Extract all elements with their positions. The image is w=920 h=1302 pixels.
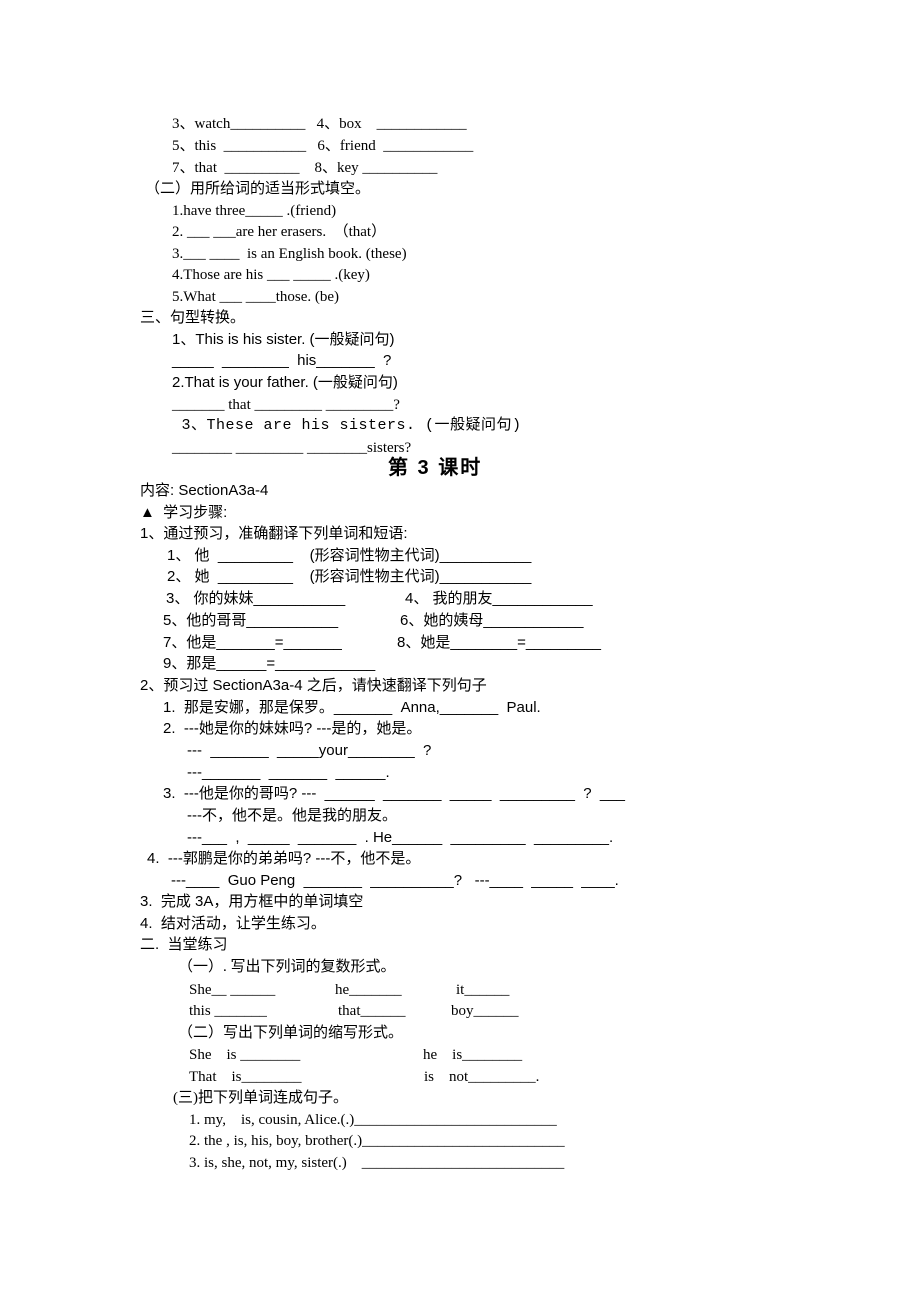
step2-line: ---____ Guo Peng _______ __________? ---… — [171, 872, 619, 889]
plural-heading: （一）. 写出下列词的复数形式。 — [178, 959, 396, 975]
transform-prompt: 1、This is his sister. (一般疑问句) — [172, 331, 395, 348]
step1-item: 6、她的姨母____________ — [400, 612, 584, 629]
step2-line: ---不，他不是。他是我的朋友。 — [187, 807, 397, 824]
contraction-item: he is________ — [423, 1047, 523, 1063]
step1-item: 1、 他 _________ (形容词性物主代词)___________ — [167, 547, 532, 564]
transform-answer: ________ _________ ________sisters? — [172, 440, 412, 456]
lesson-title: 第 3 课时 — [388, 457, 483, 479]
fill-item: 2. ___ ___are her erasers. （that） — [172, 224, 387, 240]
step2-line: ---_______ _______ ______. — [187, 764, 390, 781]
sentence-item: 1. my, is, cousin, Alice.(.)____________… — [189, 1112, 557, 1128]
step3: 3. 完成 3A，用方框中的单词填空 — [140, 893, 364, 910]
transform-prompt: 2.That is your father. (一般疑问句) — [172, 374, 398, 391]
step1-item: 3、 你的妹妹___________ — [166, 590, 346, 607]
contraction-item: She is ________ — [189, 1047, 301, 1063]
steps-heading: ▲ 学习步骤: — [140, 504, 228, 521]
fill-item: 1.have three_____ .(friend) — [172, 203, 337, 219]
fill-item: 5.What ___ ____those. (be) — [172, 289, 340, 305]
step1-item: 2、 她 _________ (形容词性物主代词)___________ — [167, 568, 532, 585]
vocab-row: 5、this ___________ 6、friend ____________ — [172, 138, 474, 154]
transform-answer: _______ that _________ _________? — [172, 397, 400, 413]
plural-item: She__ ______ — [189, 982, 276, 998]
step1-item: 5、他的哥哥___________ — [163, 612, 339, 629]
step1-item: 7、他是_______=_______ — [163, 634, 342, 651]
step1-item: 8、她是________=_________ — [397, 634, 601, 651]
step2-line: 2. ---她是你的妹妹吗? ---是的，她是。 — [163, 720, 422, 737]
plural-item: boy______ — [451, 1003, 519, 1019]
transform-answer: _____ ________ his_______ ? — [172, 352, 392, 369]
sentence-heading: (三)把下列单词连成句子。 — [173, 1090, 348, 1106]
step2-line: 4. ---郭鹏是你的弟弟吗? ---不，他不是。 — [147, 850, 421, 867]
plural-item: it______ — [456, 982, 510, 998]
step1-item: 9、那是______=____________ — [163, 655, 376, 672]
sentence-item: 3. is, she, not, my, sister(.) _________… — [189, 1155, 565, 1171]
step1-item: 4、 我的朋友____________ — [405, 590, 593, 607]
transform-prompt: 3、These are his sisters. (一般疑问句) — [172, 417, 522, 434]
plural-item: that______ — [338, 1003, 406, 1019]
plural-item: this _______ — [189, 1003, 267, 1019]
step1-heading: 1、通过预习，准确翻译下列单词和短语: — [140, 525, 408, 542]
step2-line: ---___ , _____ _______ . He______ ______… — [187, 829, 614, 846]
content-line: 内容: SectionA3a-4 — [140, 482, 269, 499]
step2-heading: 2、预习过 SectionA3a-4 之后，请快速翻译下列句子 — [140, 677, 487, 694]
section-heading-fill-form: （二）用所给词的适当形式填空。 — [145, 181, 371, 197]
step2-line: --- _______ _____your________ ? — [187, 742, 432, 759]
sentence-item: 2. the , is, his, boy, brother(.)_______… — [189, 1133, 565, 1149]
contraction-heading: （二）写出下列单词的缩写形式。 — [178, 1025, 404, 1041]
fill-item: 3.___ ____ is an English book. (these) — [172, 246, 407, 262]
step4: 4. 结对活动，让学生练习。 — [140, 915, 326, 932]
fill-item: 4.Those are his ___ _____ .(key) — [172, 267, 370, 283]
plural-item: he_______ — [335, 982, 402, 998]
step2-line: 1. 那是安娜，那是保罗。_______ Anna,_______ Paul. — [163, 699, 541, 716]
step2-line: 3. ---他是你的哥吗? --- ______ _______ _____ _… — [163, 785, 625, 802]
vocab-row: 7、that __________ 8、key __________ — [172, 160, 438, 176]
practice-heading: 二. 当堂练习 — [140, 936, 228, 953]
contraction-item: is not_________. — [424, 1069, 540, 1085]
section-heading-transform: 三、句型转换。 — [140, 310, 246, 326]
vocab-row: 3、watch__________ 4、box ____________ — [172, 116, 467, 132]
contraction-item: That is________ — [189, 1069, 302, 1085]
